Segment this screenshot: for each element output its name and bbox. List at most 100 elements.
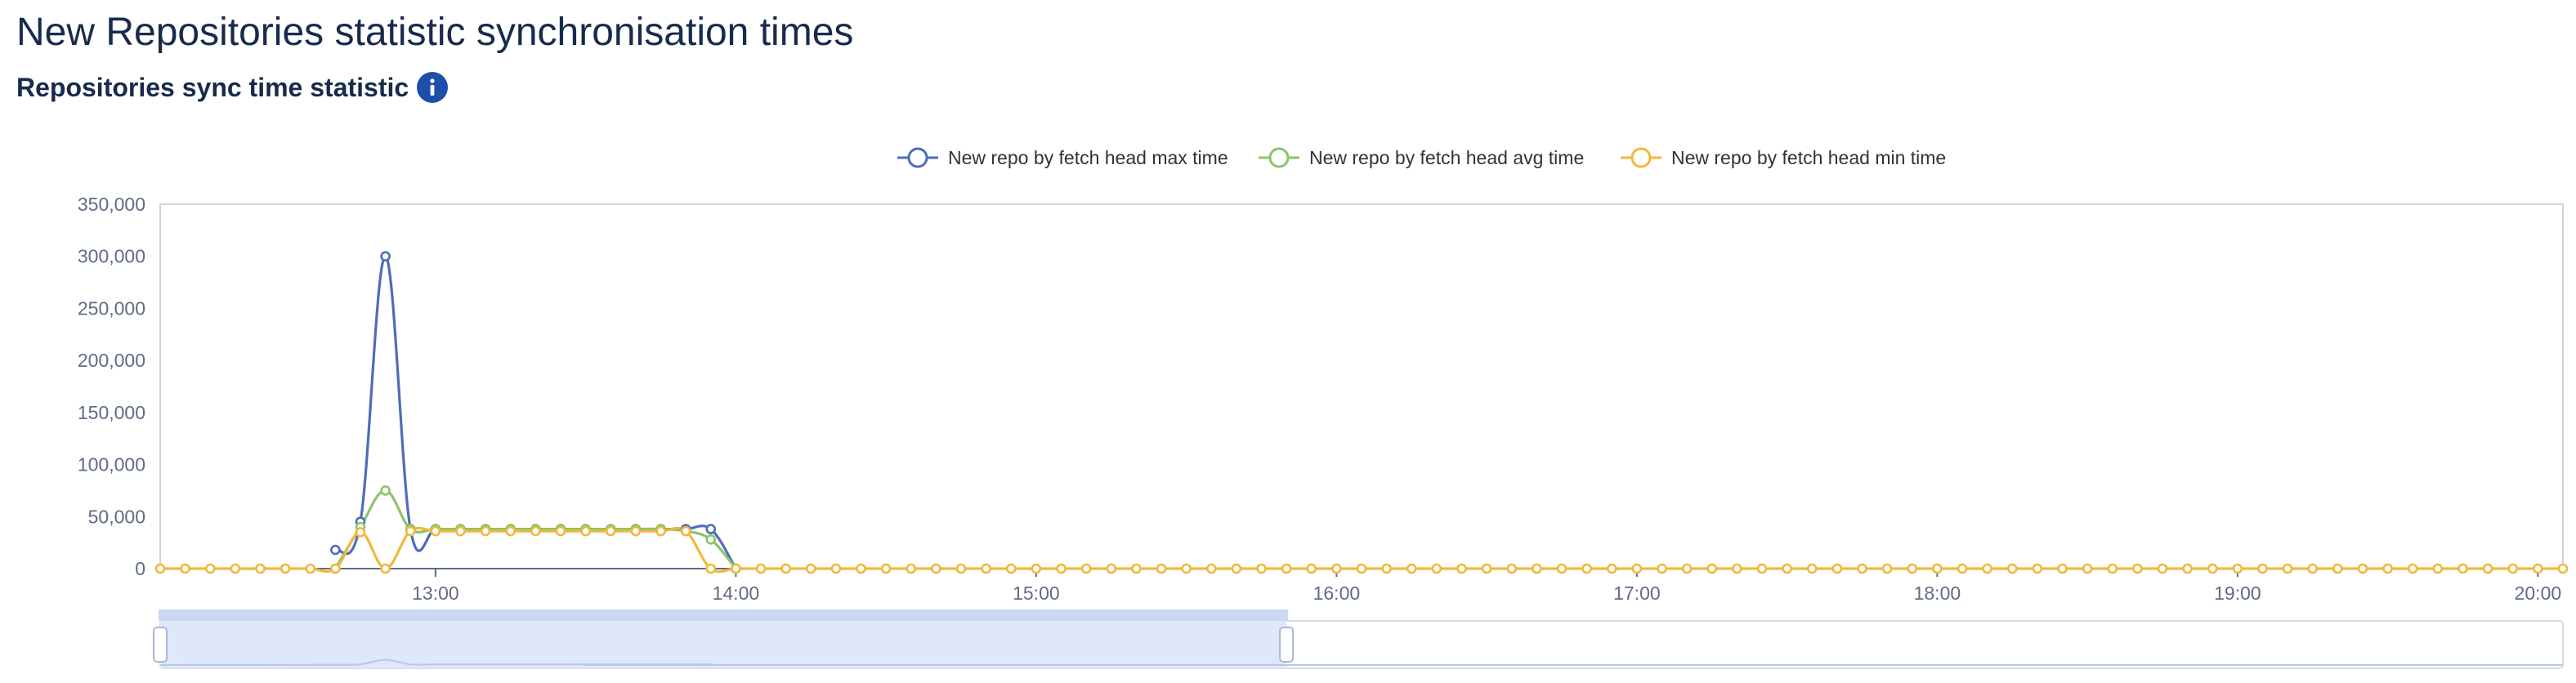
data-point-min[interactable] [1631, 563, 1643, 574]
data-point-min[interactable] [1205, 563, 1217, 574]
data-point-min[interactable] [830, 563, 842, 574]
data-point-min[interactable] [2457, 563, 2468, 574]
zoom-handle-left[interactable] [153, 627, 168, 663]
data-point-min[interactable] [1732, 563, 1742, 574]
data-point-min[interactable] [2182, 563, 2193, 574]
data-point-min[interactable] [380, 563, 391, 574]
data-point-min[interactable] [455, 525, 466, 537]
legend-item-min[interactable]: New repo by fetch head min time [1621, 147, 1946, 168]
data-point-min[interactable] [2482, 563, 2493, 574]
data-point-min[interactable] [2057, 563, 2068, 574]
data-point-min[interactable] [1356, 563, 1367, 574]
data-point-min[interactable] [1106, 563, 1117, 574]
data-point-min[interactable] [180, 563, 190, 574]
data-point-min[interactable] [580, 525, 591, 537]
legend-item-max[interactable]: New repo by fetch head max time [897, 147, 1228, 168]
data-point-min[interactable] [2432, 563, 2444, 574]
data-point-min[interactable] [1031, 563, 1042, 574]
data-point-avg[interactable] [380, 485, 391, 496]
data-point-min[interactable] [204, 563, 216, 574]
data-point-min[interactable] [2332, 563, 2343, 574]
data-point-min[interactable] [1306, 563, 1317, 574]
data-point-min[interactable] [530, 525, 541, 537]
data-point-min[interactable] [1456, 563, 1467, 574]
data-point-min[interactable] [2232, 563, 2243, 574]
data-point-min[interactable] [880, 563, 892, 574]
zoom-handle-right[interactable] [1279, 627, 1295, 663]
data-point-min[interactable] [1481, 563, 1492, 574]
data-point-min[interactable] [1381, 563, 1392, 574]
data-point-min[interactable] [2132, 563, 2143, 574]
data-point-min[interactable] [755, 563, 767, 574]
zoom-window[interactable] [160, 621, 1287, 668]
data-point-min[interactable] [655, 525, 666, 537]
data-point-min[interactable] [1080, 563, 1092, 574]
data-point-min[interactable] [1606, 563, 1617, 574]
data-point-max[interactable] [330, 544, 341, 556]
data-point-min[interactable] [1532, 563, 1542, 574]
data-point-min[interactable] [1782, 563, 1792, 574]
data-point-min[interactable] [480, 525, 491, 537]
zoom-move-bar[interactable] [159, 609, 1289, 621]
data-point-min[interactable] [1181, 563, 1192, 574]
data-point-avg[interactable] [705, 534, 717, 545]
data-point-min[interactable] [1556, 563, 1568, 574]
data-point-min[interactable] [1756, 563, 1768, 574]
data-point-min[interactable] [355, 527, 366, 538]
data-point-min[interactable] [305, 563, 316, 574]
data-point-min[interactable] [2533, 563, 2543, 574]
data-point-min[interactable] [1907, 563, 1918, 574]
data-point-min[interactable] [2282, 563, 2293, 574]
data-point-min[interactable] [1406, 563, 1417, 574]
data-point-min[interactable] [780, 563, 791, 574]
data-point-min[interactable] [1056, 563, 1067, 574]
data-point-min[interactable] [981, 563, 991, 574]
data-point-min[interactable] [2357, 563, 2368, 574]
data-point-min[interactable] [1857, 563, 1867, 574]
data-point-min[interactable] [2407, 563, 2418, 574]
data-point-min[interactable] [856, 563, 866, 574]
data-point-min[interactable] [1281, 563, 1292, 574]
data-point-min[interactable] [1256, 563, 1267, 574]
data-point-min[interactable] [1005, 563, 1017, 574]
zoom-slider[interactable] [153, 609, 2564, 669]
data-point-min[interactable] [705, 563, 717, 574]
data-point-min[interactable] [1957, 563, 1968, 574]
data-point-min[interactable] [2507, 563, 2519, 574]
data-point-min[interactable] [2006, 563, 2018, 574]
data-point-min[interactable] [2157, 563, 2168, 574]
data-point-max[interactable] [380, 251, 391, 262]
data-point-min[interactable] [1932, 563, 1943, 574]
data-point-min[interactable] [1706, 563, 1718, 574]
data-point-min[interactable] [1431, 563, 1442, 574]
data-point-min[interactable] [330, 563, 341, 574]
data-point-min[interactable] [2082, 563, 2093, 574]
data-point-max[interactable] [705, 524, 717, 534]
data-point-min[interactable] [731, 563, 741, 574]
data-point-min[interactable] [2032, 563, 2043, 574]
data-point-min[interactable] [1681, 563, 1693, 574]
data-point-min[interactable] [1331, 563, 1342, 574]
data-point-min[interactable] [605, 525, 616, 537]
data-point-min[interactable] [1657, 563, 1667, 574]
chart-legend[interactable]: New repo by fetch head max time New repo … [897, 147, 1946, 168]
data-point-min[interactable] [505, 525, 517, 537]
data-point-min[interactable] [1156, 563, 1167, 574]
data-point-min[interactable] [430, 525, 441, 537]
data-point-min[interactable] [405, 525, 416, 537]
data-point-min[interactable] [230, 563, 241, 574]
data-point-min[interactable] [1831, 563, 1843, 574]
data-point-min[interactable] [1806, 563, 1818, 574]
data-point-min[interactable] [1581, 563, 1592, 574]
data-point-min[interactable] [2557, 563, 2569, 574]
data-point-min[interactable] [1231, 563, 1242, 574]
legend-item-avg[interactable]: New repo by fetch head avg time [1259, 147, 1584, 168]
data-point-min[interactable] [2107, 563, 2118, 574]
data-point-min[interactable] [680, 525, 691, 537]
data-point-min[interactable] [931, 563, 941, 574]
data-point-min[interactable] [1881, 563, 1893, 574]
data-point-min[interactable] [280, 563, 291, 574]
data-point-min[interactable] [2382, 563, 2393, 574]
data-point-min[interactable] [955, 563, 967, 574]
data-point-min[interactable] [2307, 563, 2319, 574]
